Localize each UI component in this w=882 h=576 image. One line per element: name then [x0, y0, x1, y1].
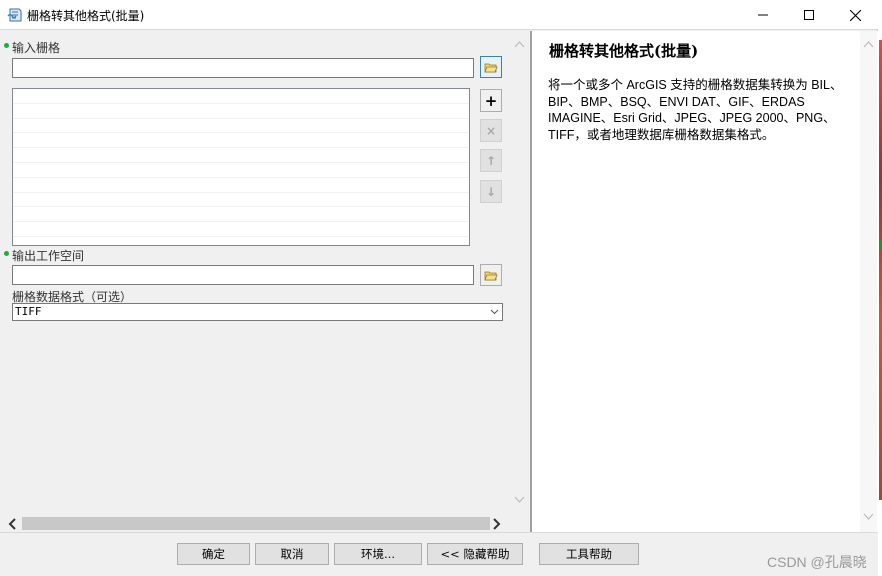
- chevron-down-icon: [863, 513, 874, 520]
- help-vertical-scrollbar[interactable]: [860, 31, 877, 532]
- chevron-up-icon: [863, 41, 874, 48]
- chevron-right-icon[interactable]: [492, 518, 502, 530]
- minimize-button[interactable]: [740, 0, 786, 30]
- move-up-button[interactable]: ↑: [480, 149, 502, 172]
- cancel-button[interactable]: 取消: [255, 543, 329, 565]
- folder-open-icon: [484, 63, 498, 73]
- remove-icon: ×: [485, 123, 497, 138]
- output-workspace-field[interactable]: [12, 265, 474, 285]
- parameters-vertical-scrollbar[interactable]: [511, 31, 528, 513]
- required-indicator: [4, 251, 9, 256]
- help-description: 将一个或多个 ArcGIS 支持的栅格数据集转换为 BIL、BIP、BMP、BS…: [548, 78, 843, 142]
- ok-button[interactable]: 确定: [177, 543, 250, 565]
- chevron-left-icon[interactable]: [7, 518, 17, 530]
- remove-item-button[interactable]: ×: [480, 119, 502, 142]
- help-title: 栅格转其他格式(批量): [549, 42, 699, 60]
- parameters-panel: 输入栅格 + × ↑ ↓ 输出工作空间 栅格数据格式（可选） TIFF: [0, 31, 530, 532]
- maximize-icon: [804, 10, 814, 20]
- output-workspace-label: 输出工作空间: [12, 249, 85, 263]
- input-rasters-label: 输入栅格: [12, 41, 61, 55]
- tool-dialog-window: 栅格转其他格式(批量) 输入栅格 + × ↑ ↓ 输出工作空间 栅格数据格式（可…: [0, 0, 878, 576]
- arrow-down-icon: ↓: [485, 184, 497, 199]
- environments-button[interactable]: 环境...: [334, 543, 422, 565]
- tool-help-button[interactable]: 工具帮助: [539, 543, 639, 565]
- chevron-down-icon: [514, 496, 525, 503]
- required-indicator: [4, 43, 9, 48]
- horizontal-scroll-thumb[interactable]: [22, 517, 490, 530]
- close-icon: [849, 9, 861, 21]
- browse-output-button[interactable]: [480, 264, 502, 286]
- chevron-down-icon: [490, 309, 499, 315]
- maximize-button[interactable]: [786, 0, 832, 30]
- window-title: 栅格转其他格式(批量): [27, 9, 145, 23]
- raster-format-value: TIFF: [15, 305, 42, 318]
- chevron-up-icon: [514, 41, 525, 48]
- toolbox-script-icon: [7, 7, 23, 23]
- folder-open-icon: [484, 271, 498, 281]
- parameters-horizontal-scrollbar[interactable]: [4, 515, 506, 532]
- watermark-text: CSDN @孔晨晓: [767, 554, 867, 570]
- input-rasters-list[interactable]: [12, 88, 470, 246]
- hide-help-button[interactable]: << 隐藏帮助: [427, 543, 523, 565]
- browse-input-button[interactable]: [480, 56, 502, 78]
- dialog-button-bar: 确定 取消 环境... << 隐藏帮助 工具帮助 CSDN @孔晨晓: [0, 532, 878, 576]
- close-button[interactable]: [832, 0, 878, 30]
- raster-format-dropdown[interactable]: TIFF: [12, 303, 503, 321]
- add-item-button[interactable]: +: [480, 89, 502, 112]
- input-rasters-field[interactable]: [12, 58, 474, 78]
- help-panel: 栅格转其他格式(批量) 将一个或多个 ArcGIS 支持的栅格数据集转换为 BI…: [532, 31, 878, 532]
- arrow-up-icon: ↑: [485, 153, 497, 168]
- move-down-button[interactable]: ↓: [480, 180, 502, 203]
- title-bar[interactable]: 栅格转其他格式(批量): [0, 0, 878, 30]
- plus-icon: +: [484, 91, 498, 110]
- minimize-icon: [758, 14, 768, 16]
